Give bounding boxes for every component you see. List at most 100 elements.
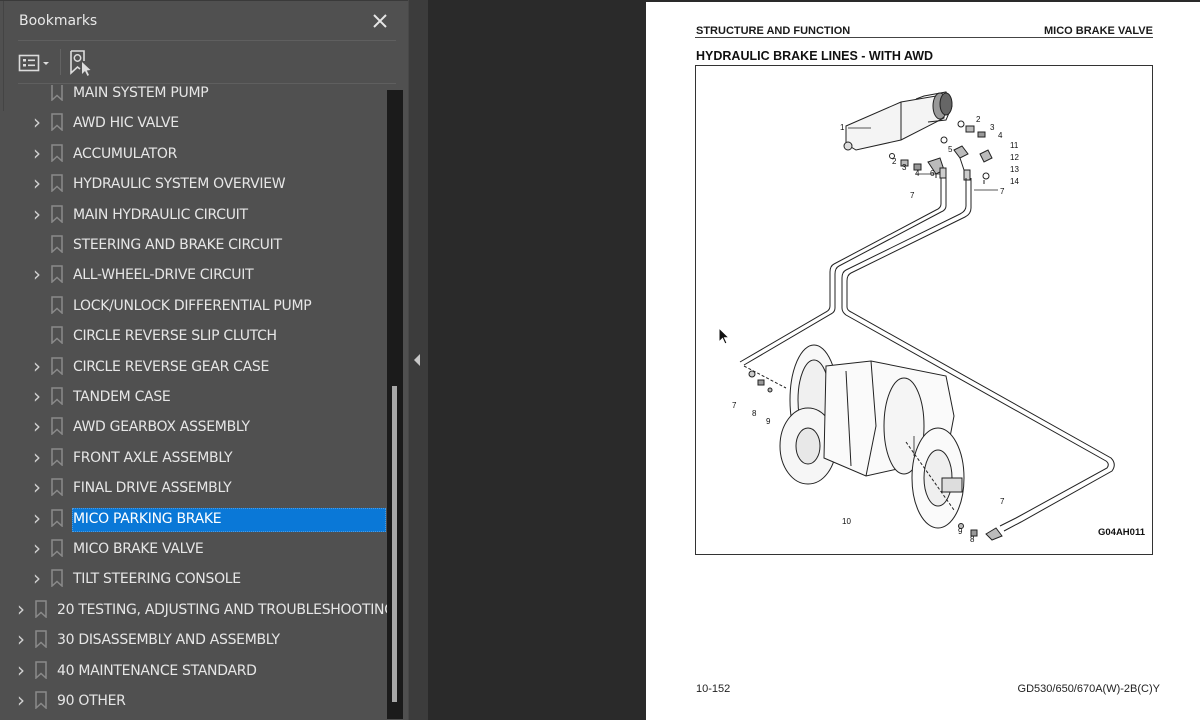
- figure-code: G04AH011: [1097, 527, 1145, 538]
- bookmark-label[interactable]: TILT STEERING CONSOLE: [72, 568, 241, 592]
- bookmark-item[interactable]: › ALL-WHEEL-DRIVE CIRCUIT: [0, 261, 387, 287]
- chevron-right-icon[interactable]: ›: [30, 356, 44, 376]
- callout-7a: 7: [910, 191, 915, 200]
- page-header-section: STRUCTURE AND FUNCTION: [696, 25, 851, 37]
- page-number: 10-152: [696, 683, 731, 695]
- mouse-cursor-icon: [718, 327, 731, 345]
- chevron-right-icon[interactable]: ›: [30, 173, 44, 193]
- bookmark-icon: [51, 569, 63, 588]
- bookmark-item[interactable]: › FINAL DRIVE ASSEMBLY: [0, 474, 387, 500]
- bookmark-item[interactable]: › ACCUMULATOR: [0, 140, 387, 166]
- bookmark-label[interactable]: 30 DISASSEMBLY AND ASSEMBLY: [56, 629, 280, 653]
- bookmark-label[interactable]: MICO PARKING BRAKE: [72, 507, 386, 532]
- bookmarks-header: Bookmarks: [18, 11, 396, 41]
- chevron-right-icon[interactable]: ›: [30, 508, 44, 528]
- chevron-right-icon[interactable]: ›: [14, 660, 28, 680]
- bookmark-label[interactable]: HYDRAULIC SYSTEM OVERVIEW: [72, 173, 286, 197]
- bookmark-label[interactable]: CIRCLE REVERSE GEAR CASE: [72, 356, 269, 380]
- model-number: GD530/650/670A(W)-2B(C)Y: [1017, 683, 1160, 695]
- bookmark-label[interactable]: MAIN HYDRAULIC CIRCUIT: [72, 204, 248, 228]
- chevron-right-icon[interactable]: ›: [30, 264, 44, 284]
- chevron-right-icon[interactable]: ›: [30, 538, 44, 558]
- bookmark-icon: [51, 144, 63, 162]
- callout-3a: 3: [990, 123, 995, 132]
- callout-3b: 3: [902, 163, 907, 172]
- bookmark-icon: [51, 235, 63, 253]
- chevron-right-icon[interactable]: ›: [30, 477, 44, 497]
- chevron-right-icon[interactable]: ›: [14, 690, 28, 710]
- callout-2b: 2: [892, 157, 897, 166]
- bookmark-label[interactable]: AWD GEARBOX ASSEMBLY: [72, 416, 250, 440]
- chevron-right-icon[interactable]: ›: [30, 447, 44, 467]
- bookmark-label[interactable]: FINAL DRIVE ASSEMBLY: [72, 477, 232, 501]
- bookmark-label[interactable]: TANDEM CASE: [72, 386, 171, 410]
- chevron-right-icon[interactable]: ›: [30, 568, 44, 588]
- bookmark-item[interactable]: › 30 DISASSEMBLY AND ASSEMBLY: [0, 626, 387, 652]
- bookmark-item[interactable]: › MICO BRAKE VALVE: [0, 535, 387, 561]
- bookmark-item[interactable]: LOCK/UNLOCK DIFFERENTIAL PUMP: [0, 292, 387, 318]
- bookmark-label[interactable]: LOCK/UNLOCK DIFFERENTIAL PUMP: [72, 295, 312, 319]
- bookmark-item[interactable]: › MAIN HYDRAULIC CIRCUIT: [0, 201, 387, 227]
- bookmark-item[interactable]: › HYDRAULIC SYSTEM OVERVIEW: [0, 170, 387, 196]
- chevron-right-icon[interactable]: ›: [30, 204, 44, 224]
- chevron-right-icon[interactable]: ›: [30, 112, 44, 132]
- bookmark-item[interactable]: MAIN SYSTEM PUMP: [0, 85, 387, 105]
- bookmark-item[interactable]: › AWD GEARBOX ASSEMBLY: [0, 413, 387, 439]
- options-menu-button[interactable]: [18, 52, 54, 74]
- chevron-right-icon[interactable]: ›: [30, 386, 44, 406]
- toolbar-divider: [60, 49, 61, 75]
- chevron-right-icon[interactable]: ›: [30, 416, 44, 436]
- bookmark-label[interactable]: ACCUMULATOR: [72, 143, 177, 167]
- new-bookmark-button[interactable]: [68, 49, 94, 77]
- bookmark-icon: [51, 204, 63, 223]
- chevron-right-icon[interactable]: ›: [14, 599, 28, 619]
- panel-splitter[interactable]: [408, 0, 428, 720]
- callout-13: 13: [1010, 165, 1019, 174]
- bookmark-icon: [51, 478, 63, 497]
- bookmark-icon: [51, 508, 63, 527]
- callout-6: 6: [930, 169, 935, 178]
- bookmark-label[interactable]: FRONT AXLE ASSEMBLY: [72, 447, 233, 471]
- bookmark-label[interactable]: ALL-WHEEL-DRIVE CIRCUIT: [72, 264, 254, 288]
- bookmark-label[interactable]: MAIN SYSTEM PUMP: [72, 85, 209, 106]
- bookmark-icon: [51, 85, 63, 101]
- callout-11: 11: [1010, 141, 1019, 150]
- bookmark-tree: MAIN SYSTEM PUMP › AWD HIC VALVE › ACCUMULAT…: [0, 85, 387, 720]
- close-icon[interactable]: [370, 11, 390, 31]
- figure-title: HYDRAULIC BRAKE LINES - WITH AWD: [696, 49, 934, 63]
- scrollbar-thumb[interactable]: [392, 386, 397, 702]
- bookmark-item[interactable]: STEERING AND BRAKE CIRCUIT: [0, 231, 387, 257]
- bookmark-label[interactable]: CIRCLE REVERSE SLIP CLUTCH: [72, 325, 277, 349]
- callout-12: 12: [1010, 153, 1019, 162]
- scrollbar-track[interactable]: [387, 90, 403, 719]
- bookmark-item[interactable]: › 20 TESTING, ADJUSTING AND TROUBLESHOOTI…: [0, 596, 387, 622]
- bookmark-icon: [35, 600, 47, 618]
- bookmark-icon: [51, 417, 63, 436]
- bookmark-item[interactable]: › 90 OTHER: [0, 687, 387, 713]
- bookmark-label[interactable]: 20 TESTING, ADJUSTING AND TROUBLESHOOTIN…: [56, 599, 387, 623]
- chevron-right-icon[interactable]: ›: [30, 143, 44, 163]
- bookmark-item[interactable]: › AWD HIC VALVE: [0, 109, 387, 135]
- bookmark-label[interactable]: MICO BRAKE VALVE: [72, 538, 204, 562]
- bookmark-label[interactable]: 90 OTHER: [56, 690, 126, 714]
- bookmark-item[interactable]: › CIRCLE REVERSE GEAR CASE: [0, 353, 387, 379]
- bookmark-item[interactable]: › TANDEM CASE: [0, 383, 387, 409]
- bookmark-item[interactable]: › TILT STEERING CONSOLE: [0, 565, 387, 591]
- bookmark-item[interactable]: CIRCLE REVERSE SLIP CLUTCH: [0, 322, 387, 348]
- bookmark-label[interactable]: AWD HIC VALVE: [72, 112, 179, 136]
- figure-frame: 1 2 3 4 5 2 3 4 6 11 12 13 14 7 7 7 8 9 …: [695, 65, 1153, 555]
- bookmark-label[interactable]: 40 MAINTENANCE STANDARD: [56, 660, 257, 684]
- bookmark-icon: [51, 356, 63, 375]
- bookmark-label[interactable]: STEERING AND BRAKE CIRCUIT: [72, 234, 282, 258]
- collapse-left-icon[interactable]: [414, 354, 420, 366]
- page-header-chapter: MICO BRAKE VALVE: [1044, 25, 1153, 37]
- bookmark-icon: [51, 387, 63, 405]
- bookmark-item[interactable]: › MICO PARKING BRAKE: [0, 505, 387, 532]
- bookmark-icon: [51, 296, 63, 314]
- chevron-right-icon[interactable]: ›: [14, 629, 28, 649]
- bookmark-item[interactable]: › FRONT AXLE ASSEMBLY: [0, 444, 387, 470]
- callout-9b: 9: [958, 527, 963, 536]
- pdf-page: STRUCTURE AND FUNCTION MICO BRAKE VALVE …: [646, 2, 1200, 720]
- callout-2a: 2: [976, 115, 981, 124]
- bookmark-item[interactable]: › 40 MAINTENANCE STANDARD: [0, 657, 387, 683]
